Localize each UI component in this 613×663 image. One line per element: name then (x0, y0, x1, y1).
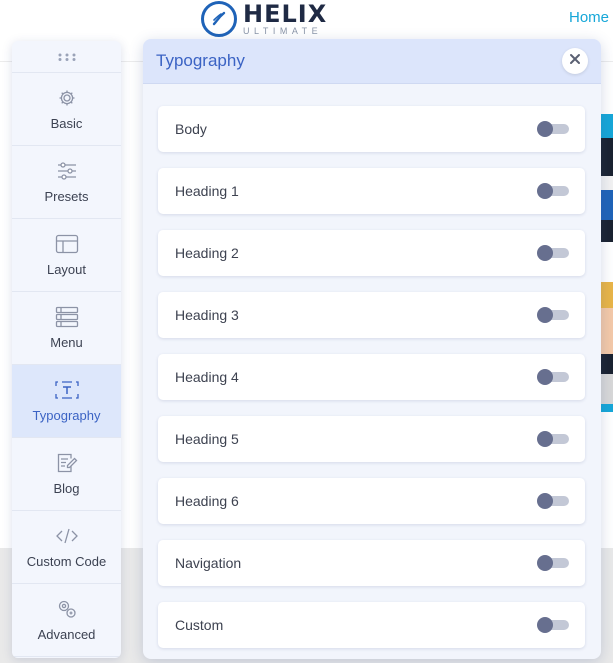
panel-header: Typography (143, 39, 601, 84)
panel-title: Typography (156, 51, 245, 70)
sidebar-item-label: Typography (32, 408, 101, 423)
advanced-settings-icon (56, 598, 78, 620)
settings-sidebar: Basic Presets Layout Menu Typography Blo… (12, 41, 121, 658)
nav-home-link[interactable]: Home (569, 9, 609, 26)
sidebar-item-label: Blog (53, 481, 80, 496)
sidebar-item-custom-code[interactable]: Custom Code (12, 511, 121, 584)
code-icon (55, 525, 79, 547)
typography-row-body[interactable]: Body (158, 106, 585, 152)
sidebar-item-menu[interactable]: Menu (12, 292, 121, 365)
sidebar-item-label: Custom Code (26, 554, 107, 569)
navigation-toggle[interactable] (537, 555, 569, 571)
sidebar-item-presets[interactable]: Presets (12, 146, 121, 219)
sidebar-item-basic[interactable]: Basic (12, 73, 121, 146)
typography-row-heading-1[interactable]: Heading 1 (158, 168, 585, 214)
close-icon (569, 52, 581, 70)
typography-row-navigation[interactable]: Navigation (158, 540, 585, 586)
row-label: Heading 6 (175, 493, 239, 509)
typography-icon (54, 379, 80, 401)
row-label: Custom (175, 617, 224, 633)
typography-row-custom[interactable]: Custom (158, 602, 585, 648)
row-label: Heading 2 (175, 245, 239, 261)
row-label: Navigation (175, 555, 242, 571)
sidebar-item-label: Basic (50, 116, 83, 131)
logo-subtitle: ULTIMATE (243, 26, 323, 36)
heading-4-toggle[interactable] (537, 369, 569, 385)
row-label: Heading 3 (175, 307, 239, 323)
helix-logo[interactable]: HELIX ULTIMATE (201, 0, 327, 38)
logo-title: HELIX (243, 0, 328, 28)
typography-panel: Typography Body Heading 1 Heading 2 Head… (143, 39, 601, 659)
sidebar-item-typography[interactable]: Typography (12, 365, 121, 438)
layout-icon (55, 233, 79, 255)
body-toggle[interactable] (537, 121, 569, 137)
gear-icon (57, 87, 77, 109)
blog-edit-icon (56, 452, 78, 474)
menu-list-icon (55, 306, 79, 328)
heading-6-toggle[interactable] (537, 493, 569, 509)
sidebar-item-advanced[interactable]: Advanced (12, 584, 121, 657)
typography-row-heading-6[interactable]: Heading 6 (158, 478, 585, 524)
row-label: Heading 4 (175, 369, 239, 385)
heading-2-toggle[interactable] (537, 245, 569, 261)
sidebar-item-label: Presets (44, 189, 89, 204)
typography-row-heading-5[interactable]: Heading 5 (158, 416, 585, 462)
row-label: Body (175, 121, 207, 137)
heading-1-toggle[interactable] (537, 183, 569, 199)
sidebar-item-label: Layout (46, 262, 87, 277)
heading-3-toggle[interactable] (537, 307, 569, 323)
typography-row-heading-4[interactable]: Heading 4 (158, 354, 585, 400)
helix-logo-mark-icon (201, 1, 237, 37)
close-button[interactable] (562, 48, 588, 74)
heading-5-toggle[interactable] (537, 431, 569, 447)
sidebar-item-layout[interactable]: Layout (12, 219, 121, 292)
typography-row-heading-3[interactable]: Heading 3 (158, 292, 585, 338)
row-label: Heading 1 (175, 183, 239, 199)
typography-row-heading-2[interactable]: Heading 2 (158, 230, 585, 276)
sliders-icon (56, 160, 78, 182)
row-label: Heading 5 (175, 431, 239, 447)
sidebar-item-label: Menu (50, 335, 83, 350)
sidebar-item-blog[interactable]: Blog (12, 438, 121, 511)
custom-toggle[interactable] (537, 617, 569, 633)
drag-handle-icon[interactable] (12, 41, 121, 73)
sidebar-item-label: Advanced (37, 627, 96, 642)
